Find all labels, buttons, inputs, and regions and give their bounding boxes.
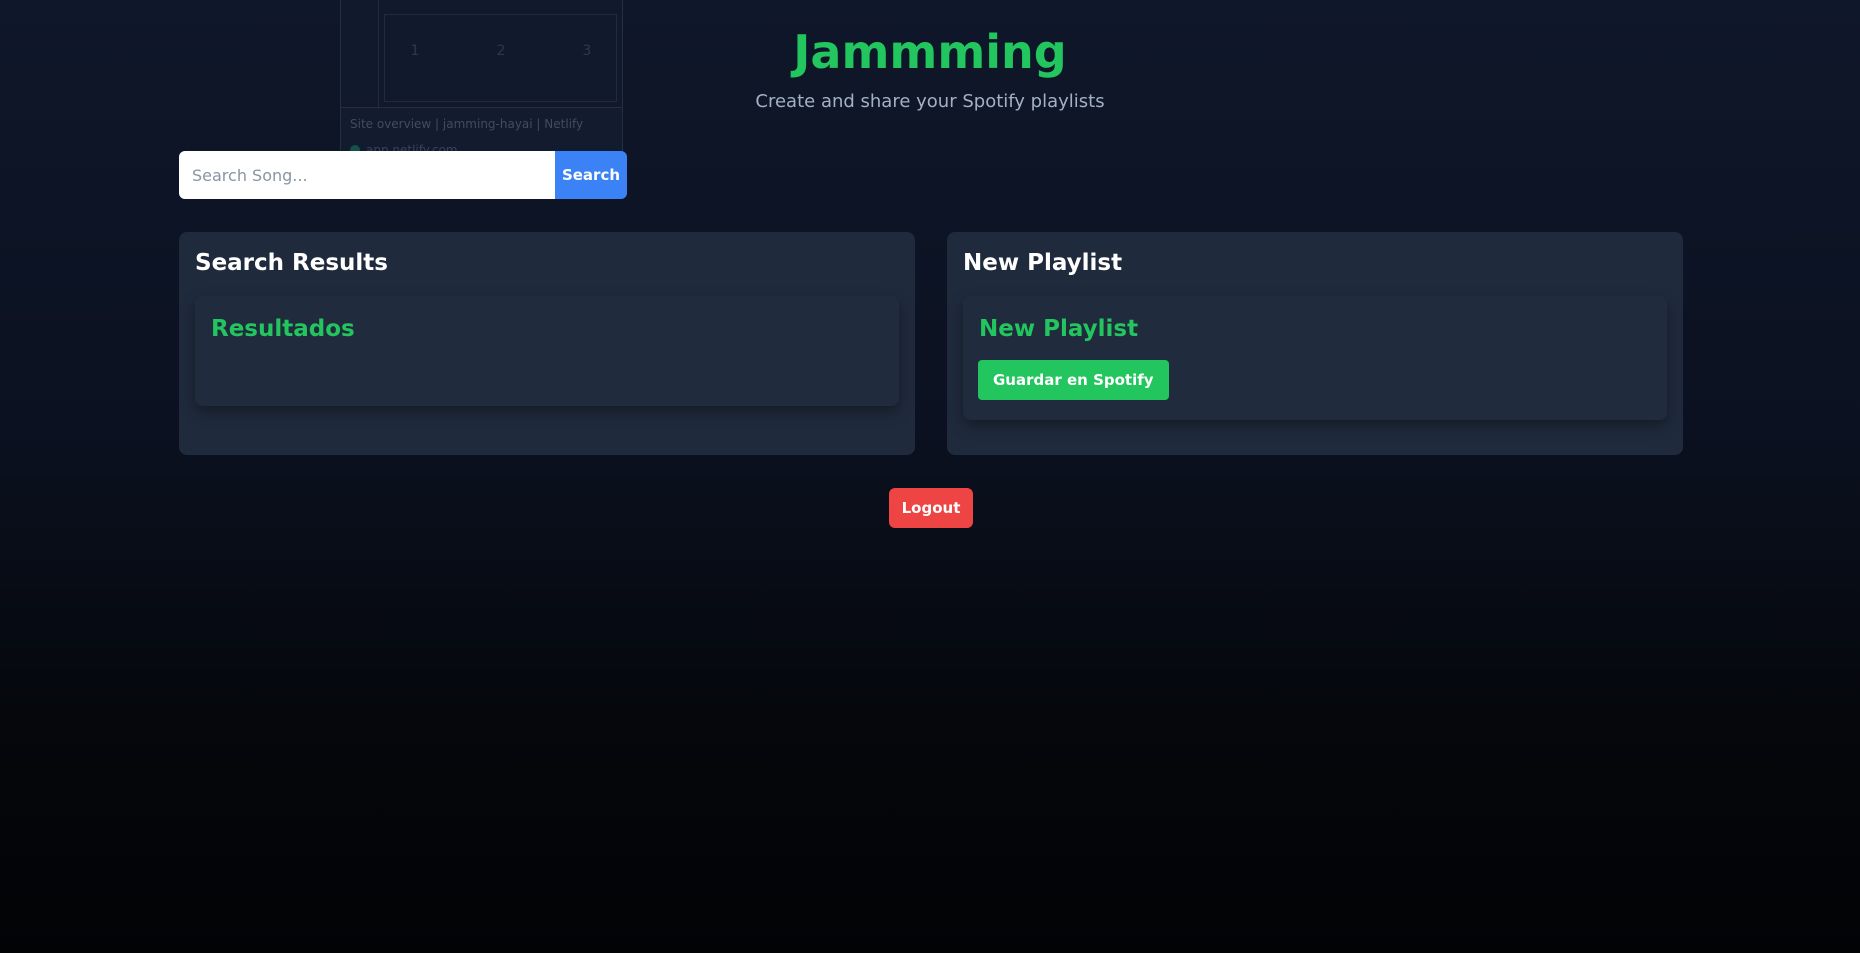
tab-preview-title: Site overview | jamming-hayai | Netlify [350, 117, 584, 131]
results-card: Resultados [195, 296, 899, 406]
playlist-name[interactable]: New Playlist [979, 316, 1138, 342]
new-playlist-heading: New Playlist [963, 250, 1123, 276]
search-input[interactable] [179, 151, 555, 199]
search-bar: Search [179, 151, 627, 199]
new-playlist-panel: New Playlist New Playlist Guardar en Spo… [947, 232, 1683, 455]
results-title: Resultados [211, 316, 355, 342]
search-button[interactable]: Search [555, 151, 627, 199]
search-results-heading: Search Results [195, 250, 388, 276]
app-subtitle: Create and share your Spotify playlists [755, 91, 1105, 112]
search-results-panel: Search Results Resultados [179, 232, 915, 455]
logout-button[interactable]: Logout [889, 488, 973, 528]
save-to-spotify-button[interactable]: Guardar en Spotify [978, 360, 1169, 400]
app-title: Jammming [793, 25, 1067, 79]
app-header: Jammming Create and share your Spotify p… [0, 24, 1860, 113]
playlist-card: New Playlist Guardar en Spotify [963, 296, 1667, 420]
